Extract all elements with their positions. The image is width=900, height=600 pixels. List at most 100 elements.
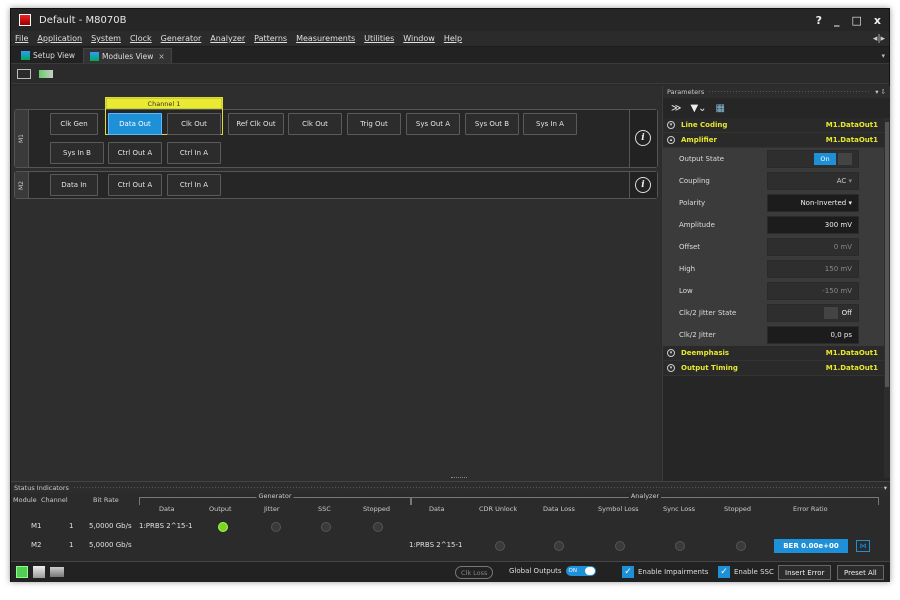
modules-view-icon <box>90 51 100 61</box>
section-output-timing[interactable]: ▾ Output Timing M1.DataOut1 <box>663 361 890 376</box>
section-amplifier[interactable]: ▴ Amplifier M1.DataOut1 <box>663 133 890 148</box>
ref-clk-out-button[interactable]: Ref Clk Out <box>228 113 284 135</box>
ctrl-out-a-button[interactable]: Ctrl Out A <box>108 174 162 196</box>
menu-window[interactable]: Window <box>403 34 435 43</box>
col-cdr-unlock: CDR Unlock <box>479 505 518 513</box>
param-coupling: Coupling AC ▾ <box>663 170 890 192</box>
section-label: Output Timing <box>681 364 738 372</box>
message-icon[interactable] <box>50 567 64 577</box>
global-outputs-label: Global Outputs <box>509 567 562 575</box>
display-icon[interactable] <box>17 68 31 79</box>
section-deemphasis[interactable]: ▾ Deemphasis M1.DataOut1 <box>663 346 890 361</box>
menu-analyzer[interactable]: Analyzer <box>210 34 245 43</box>
menu-patterns[interactable]: Patterns <box>254 34 287 43</box>
sys-in-a-button[interactable]: Sys In A <box>523 113 577 135</box>
global-outputs-toggle[interactable]: ON <box>565 566 596 576</box>
module-icon[interactable] <box>39 69 53 78</box>
enable-impairments-checkbox[interactable]: ✓ Enable Impairments <box>622 566 708 578</box>
ctrl-in-a-button[interactable]: Ctrl In A <box>167 174 221 196</box>
output-led <box>218 522 228 532</box>
help-button[interactable]: ? <box>816 14 822 27</box>
clk2-jitter-input[interactable]: 0,0 ps <box>767 325 859 344</box>
menu-measurements[interactable]: Measurements <box>296 34 355 43</box>
parameters-header: Parameters ▾ ⇩ <box>663 86 890 98</box>
menu-help[interactable]: Help <box>444 34 462 43</box>
toggle-switch <box>823 306 838 319</box>
clk-out-2-button[interactable]: Clk Out <box>288 113 342 135</box>
col-gen-data: Data <box>159 505 175 513</box>
preset-all-button[interactable]: Preset All <box>837 565 884 580</box>
tab-close-icon[interactable]: × <box>158 52 164 61</box>
panel-splitter[interactable] <box>451 477 467 479</box>
col-ana-stopped: Stopped <box>724 505 752 513</box>
param-label: High <box>679 264 696 273</box>
collapse-all-icon[interactable]: ≫ <box>671 103 681 114</box>
row-channel: 1 <box>69 541 74 549</box>
menu-system[interactable]: System <box>91 34 121 43</box>
clk2-jitter-toggle[interactable]: Off <box>767 303 859 322</box>
row-bit-rate: 5,0000 Gb/s <box>89 522 132 530</box>
clk-out-button[interactable]: Clk Out <box>167 113 221 135</box>
high-input[interactable]: 150 mV <box>767 259 859 278</box>
section-label: Line Coding <box>681 121 728 129</box>
module-m2: M2 Data In Ctrl Out A Ctrl In A i <box>14 171 658 199</box>
ber-reset-icon[interactable]: ⋈ <box>856 540 870 552</box>
layout-toggle-icon[interactable]: ◂|▸ <box>873 34 885 44</box>
section-line-coding[interactable]: ▾ Line Coding M1.DataOut1 <box>663 118 890 133</box>
clk-loss-indicator: Clk Loss <box>455 566 494 579</box>
low-input[interactable]: -150 mV <box>767 281 859 300</box>
clk-gen-button[interactable]: Clk Gen <box>50 113 98 135</box>
analyzer-group: Analyzer <box>411 492 879 505</box>
status-collapse-icon[interactable]: ▾ <box>884 484 887 492</box>
minimize-button[interactable]: _ <box>834 14 840 27</box>
sys-out-b-button[interactable]: Sys Out B <box>465 113 519 135</box>
info-icon[interactable]: i <box>635 130 651 146</box>
close-button[interactable]: x <box>874 14 881 27</box>
sys-in-b-button[interactable]: Sys In B <box>50 142 104 164</box>
polarity-select[interactable]: Non-Inverted ▾ <box>767 193 859 212</box>
ctrl-out-a-button[interactable]: Ctrl Out A <box>108 142 162 164</box>
bottom-bar: Clk Loss Global Outputs ON ✓ Enable Impa… <box>11 561 890 582</box>
output-state-toggle[interactable]: On <box>767 149 859 168</box>
expand-icon: ▾ <box>667 349 675 357</box>
param-high: High 150 mV <box>663 258 890 280</box>
panel-pin-icon[interactable]: ▾ ⇩ <box>875 88 886 96</box>
module-status-icon[interactable] <box>16 566 28 578</box>
app-logo-icon <box>19 14 31 26</box>
tab-setup-view[interactable]: Setup View <box>15 48 81 63</box>
parameters-panel: Parameters ▾ ⇩ ≫ ▼⌄ ▦ ▾ Line Coding M1.D… <box>662 86 890 481</box>
instrument-icon[interactable] <box>33 566 45 578</box>
menu-utilities[interactable]: Utilities <box>364 34 394 43</box>
enable-ssc-checkbox[interactable]: ✓ Enable SSC <box>718 566 774 578</box>
status-header: Status Indicators ▾ <box>11 482 890 493</box>
insert-error-button[interactable]: Insert Error <box>778 565 832 580</box>
app-window: Default - M8070B ? _ □ x File Applicatio… <box>10 8 890 582</box>
module-label: M2 <box>15 172 29 198</box>
data-out-button[interactable]: Data Out <box>108 113 162 135</box>
toolbar <box>11 64 889 84</box>
title-bar: Default - M8070B ? _ □ x <box>11 9 889 31</box>
menu-application[interactable]: Application <box>37 34 82 43</box>
status-columns: Module Channel Bit Rate Data Output Jitt… <box>11 496 890 516</box>
data-in-button[interactable]: Data In <box>50 174 98 196</box>
tab-list-dropdown-icon[interactable]: ▾ <box>881 52 885 63</box>
info-icon[interactable]: i <box>635 177 651 193</box>
ber-value[interactable]: BER 0.00e+00 <box>774 539 848 553</box>
tab-modules-view[interactable]: Modules View × <box>83 48 172 63</box>
param-label: Output State <box>679 154 725 163</box>
sys-out-a-button[interactable]: Sys Out A <box>406 113 460 135</box>
amplitude-input[interactable]: 300 mV <box>767 215 859 234</box>
grid-icon[interactable]: ▦ <box>716 103 725 114</box>
param-label: Low <box>679 286 693 295</box>
coupling-select[interactable]: AC ▾ <box>767 171 859 190</box>
ctrl-in-a-button[interactable]: Ctrl In A <box>167 142 221 164</box>
parameters-scrollbar[interactable] <box>884 118 890 478</box>
menu-generator[interactable]: Generator <box>161 34 202 43</box>
maximize-button[interactable]: □ <box>851 14 861 27</box>
data-loss-led <box>554 541 564 551</box>
offset-input[interactable]: 0 mV <box>767 237 859 256</box>
trig-out-button[interactable]: Trig Out <box>347 113 401 135</box>
menu-clock[interactable]: Clock <box>130 34 152 43</box>
menu-file[interactable]: File <box>15 34 28 43</box>
filter-icon[interactable]: ▼⌄ <box>690 103 706 114</box>
